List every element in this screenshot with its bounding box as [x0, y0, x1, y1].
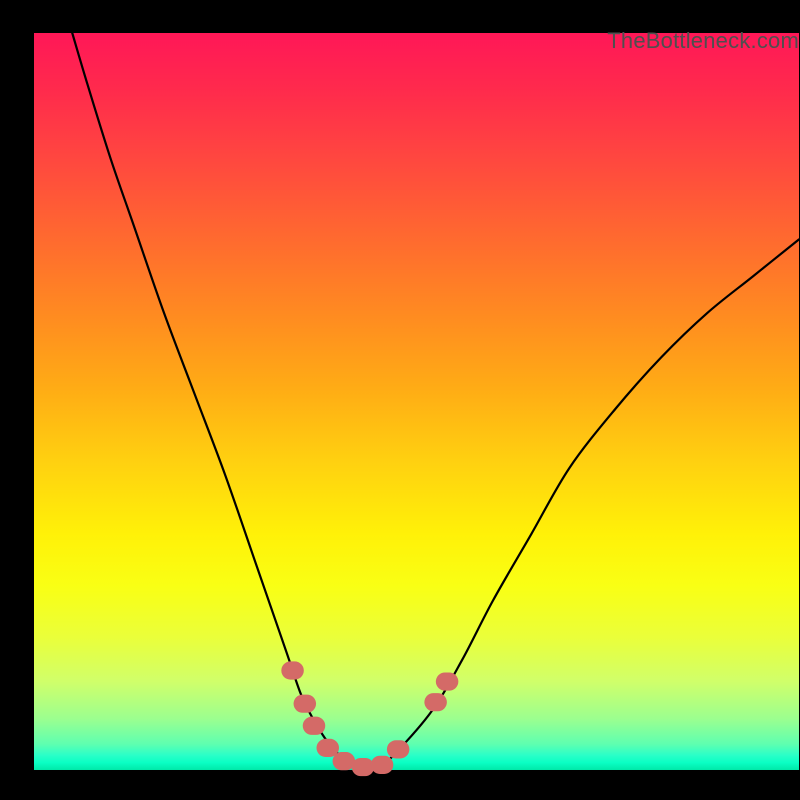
- curve-marker: [317, 739, 339, 757]
- chart-frame: TheBottleneck.com: [0, 0, 800, 800]
- curve-marker: [281, 661, 303, 679]
- curve-marker: [436, 672, 458, 690]
- chart-svg: [0, 0, 800, 800]
- curve-marker: [294, 695, 316, 713]
- curve-marker: [387, 740, 409, 758]
- curve-marker: [352, 758, 374, 776]
- curve-marker: [424, 693, 446, 711]
- watermark-text: TheBottleneck.com: [607, 28, 799, 54]
- bottleneck-curve: [72, 33, 799, 768]
- curve-marker: [333, 752, 355, 770]
- curve-marker: [303, 717, 325, 735]
- curve-marker: [371, 756, 393, 774]
